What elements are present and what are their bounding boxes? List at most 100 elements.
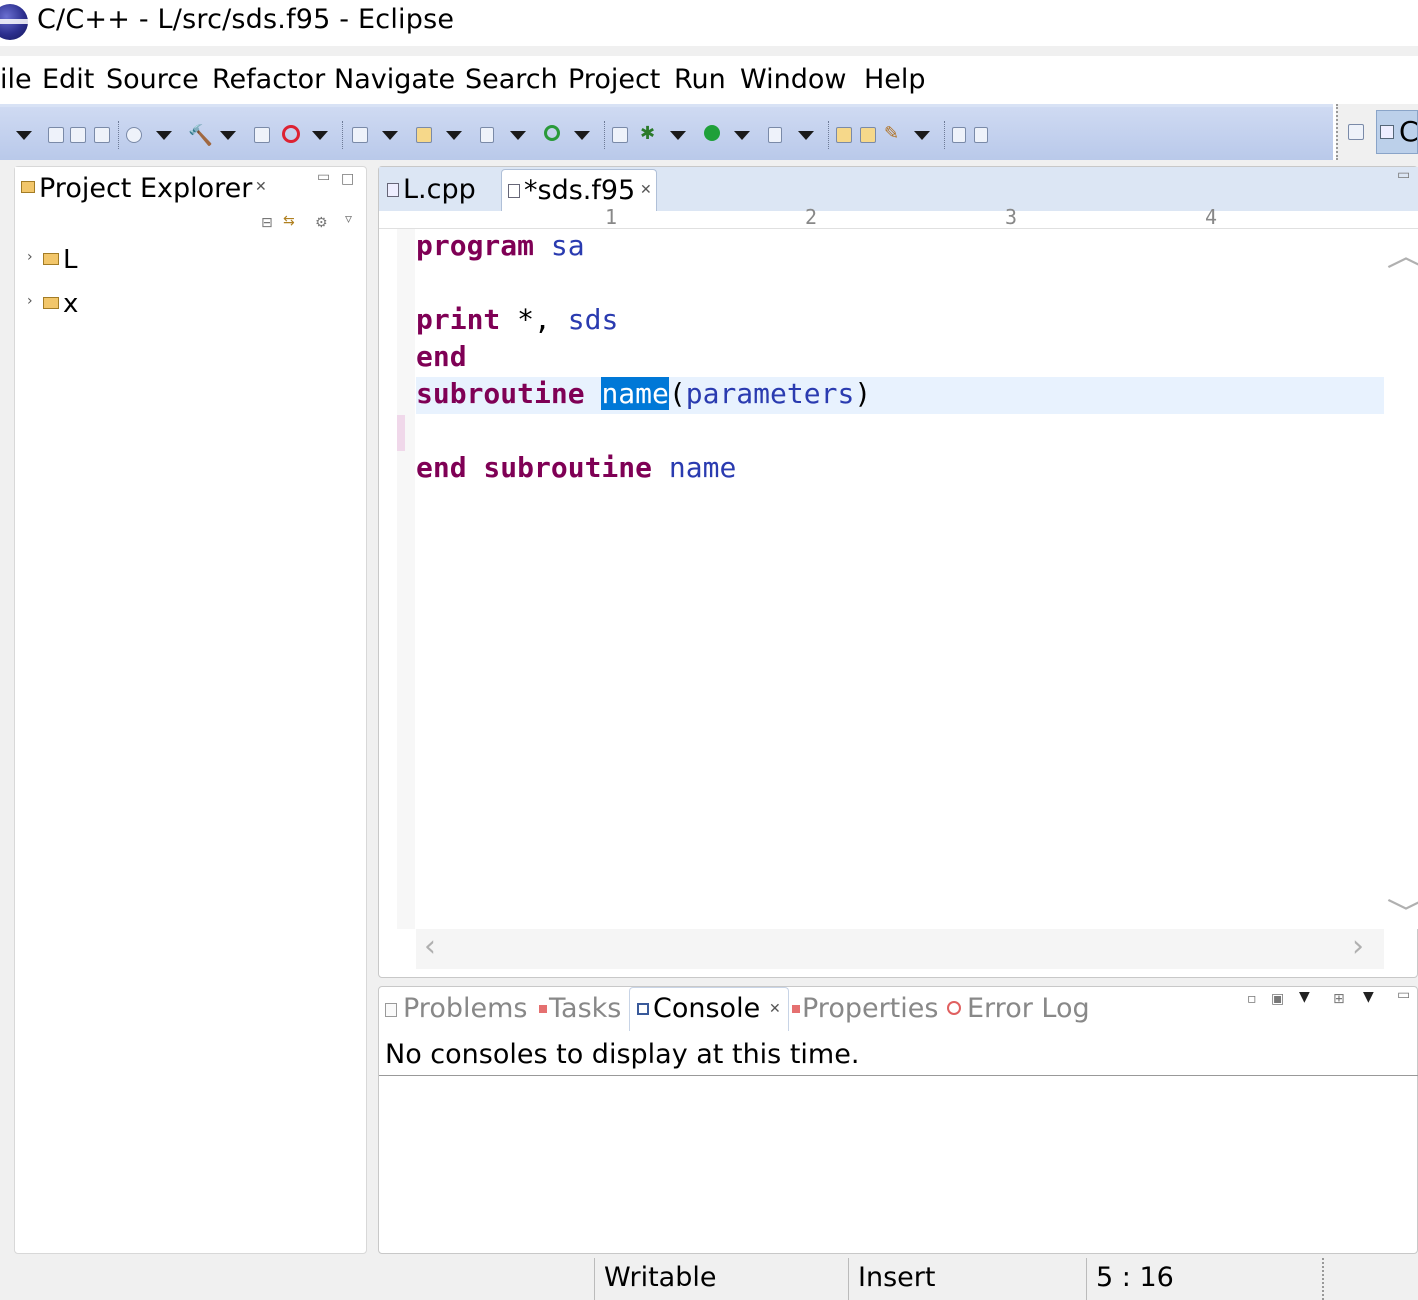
new-class-icon[interactable] <box>544 125 560 141</box>
code-line: subroutine name(parameters) <box>416 377 871 414</box>
skip-breakpoints-icon[interactable] <box>612 127 628 143</box>
tab-sds-f95[interactable]: *sds.f95 ✕ <box>501 169 657 211</box>
debug-bug-icon[interactable]: ✱ <box>640 123 660 144</box>
vertical-scrollbar[interactable]: ︿ ﹀ <box>1385 229 1418 932</box>
scroll-right-icon[interactable]: › <box>1352 929 1364 964</box>
editor-area: L.cpp *sds.f95 ✕ ▭ 1 2 3 4 program sa pr… <box>378 166 1418 978</box>
tab-l-cpp[interactable]: L.cpp <box>381 169 499 211</box>
chevron-right-icon[interactable]: › <box>27 293 33 309</box>
stop-dropdown-icon[interactable] <box>312 131 328 140</box>
perspective-cpp-button[interactable]: C <box>1376 110 1418 154</box>
tab-console[interactable]: Console <box>653 993 761 1024</box>
tree-item-project[interactable]: › L <box>27 245 147 279</box>
display-console-icon[interactable]: ▣ <box>1271 991 1284 1007</box>
scroll-down-icon[interactable]: ﹀ <box>1387 889 1418 933</box>
menu-search[interactable]: Search <box>465 64 558 95</box>
close-icon[interactable]: ✕ <box>769 1001 781 1017</box>
maximize-icon[interactable]: □ <box>341 171 354 187</box>
search-icon[interactable]: ✎ <box>884 123 904 144</box>
new-folder-icon[interactable] <box>416 127 432 143</box>
identifier: sa <box>550 229 585 262</box>
new-folder-dropdown-icon[interactable] <box>446 131 462 140</box>
minimize-icon[interactable]: ▭ <box>1397 167 1410 183</box>
project-explorer-title: Project Explorer <box>39 173 253 204</box>
search-dropdown-icon[interactable] <box>914 131 930 140</box>
binary-icon[interactable] <box>254 127 270 143</box>
menu-navigate[interactable]: Navigate <box>334 64 455 95</box>
close-icon[interactable]: ✕ <box>640 182 652 198</box>
tree-item-label: x <box>63 289 79 319</box>
new-file-icon[interactable] <box>480 127 494 143</box>
minimize-icon[interactable]: ▭ <box>1397 987 1410 1003</box>
save-icon[interactable] <box>48 127 64 143</box>
save-all-icon[interactable] <box>70 127 86 143</box>
properties-icon <box>792 1005 800 1013</box>
code-editor[interactable]: program sa print *, sds end subroutine n… <box>416 229 1384 929</box>
open-element-icon[interactable] <box>860 127 876 143</box>
external-tools-icon[interactable] <box>768 127 782 143</box>
stop-icon[interactable] <box>282 125 300 143</box>
menu-file[interactable]: ile <box>0 64 32 95</box>
scroll-left-icon[interactable]: ‹ <box>424 929 436 964</box>
new-dropdown-icon[interactable] <box>16 131 32 140</box>
chevron-right-icon[interactable]: › <box>27 249 33 265</box>
tab-properties[interactable]: Properties <box>802 993 938 1024</box>
filter-icon[interactable]: ⚙ <box>315 215 328 231</box>
tab-error-log[interactable]: Error Log <box>967 993 1090 1024</box>
new-project-icon[interactable] <box>352 127 368 143</box>
new-file-dropdown-icon[interactable] <box>510 131 526 140</box>
ruler-mark: 3 <box>1005 205 1018 229</box>
window-title: C/C++ - L/src/sds.f95 - Eclipse <box>37 4 455 35</box>
ruler: 1 2 3 4 <box>379 205 1418 229</box>
open-console-icon[interactable]: ⊞ <box>1333 991 1345 1007</box>
scroll-up-icon[interactable]: ︿ <box>1387 231 1418 275</box>
toolbar-separator <box>604 121 606 149</box>
new-project-dropdown-icon[interactable] <box>382 131 398 140</box>
menu-help[interactable]: Help <box>864 64 926 95</box>
hammer-build-icon[interactable]: 🔨 <box>188 123 213 147</box>
run-icon[interactable] <box>704 125 720 141</box>
build-dropdown-icon[interactable] <box>220 131 236 140</box>
collapse-all-icon[interactable]: ⊟ <box>261 215 273 231</box>
open-type-icon[interactable] <box>836 127 852 143</box>
toggle-mark-occurrences-icon[interactable] <box>952 127 966 143</box>
menu-project[interactable]: Project <box>568 64 660 95</box>
main-toolbar: 🔨 ✱ ✎ C <box>0 104 1418 160</box>
menu-refactor[interactable]: Refactor <box>212 64 325 95</box>
selected-text: name <box>601 377 669 410</box>
view-menu-icon[interactable]: ▿ <box>345 211 352 227</box>
bottom-panel: Problems Tasks Console ✕ Properties Erro… <box>378 986 1418 1254</box>
horizontal-scrollbar[interactable]: ‹ › <box>416 929 1384 969</box>
close-icon[interactable]: ✕ <box>255 179 267 195</box>
pin-console-icon[interactable]: ▫ <box>1247 991 1257 1007</box>
menu-edit[interactable]: Edit <box>42 64 94 95</box>
minimize-icon[interactable]: ▭ <box>317 169 330 185</box>
toolbar-band: 🔨 ✱ ✎ <box>0 104 1333 160</box>
tree-item-label: L <box>63 245 78 275</box>
external-tools-dropdown-icon[interactable] <box>798 131 814 140</box>
menu-source[interactable]: Source <box>106 64 199 95</box>
link-with-editor-icon[interactable]: ⇆ <box>283 213 295 229</box>
ruler-mark: 4 <box>1205 205 1218 229</box>
menu-window[interactable]: Window <box>740 64 846 95</box>
run-dropdown-icon[interactable] <box>734 131 750 140</box>
show-whitespace-icon[interactable] <box>974 127 988 143</box>
divider <box>1322 1258 1324 1300</box>
tab-project-explorer[interactable]: Project Explorer ✕ <box>15 167 275 211</box>
menu-run[interactable]: Run <box>674 64 726 95</box>
tab-tasks[interactable]: Tasks <box>549 993 621 1024</box>
print-icon[interactable] <box>94 127 110 143</box>
divider <box>594 1258 596 1300</box>
new-class-dropdown-icon[interactable] <box>574 131 590 140</box>
build-config-icon[interactable] <box>126 127 142 143</box>
status-insert-mode[interactable]: Insert <box>858 1262 935 1293</box>
open-perspective-icon[interactable] <box>1348 124 1364 140</box>
tree-item-project[interactable]: › x <box>27 289 147 323</box>
debug-dropdown-icon[interactable] <box>670 131 686 140</box>
tab-problems[interactable]: Problems <box>403 993 527 1024</box>
build-config-dropdown-icon[interactable] <box>156 131 172 140</box>
keyword: program <box>416 229 535 262</box>
display-console-dropdown-icon[interactable]: ▼ <box>1299 989 1310 1005</box>
open-console-dropdown-icon[interactable]: ▼ <box>1363 989 1374 1005</box>
code-line: program sa <box>416 229 585 266</box>
